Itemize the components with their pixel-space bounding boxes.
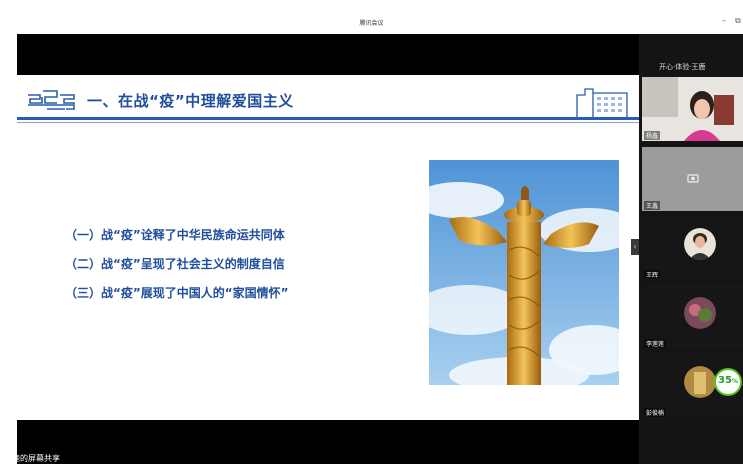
slide-bullet-3: （三）战“疫”展现了中国人的“家国情怀”: [65, 286, 289, 300]
huabiao-column-image: [429, 160, 619, 385]
participant-panel: ‹ 开心·体验·王鹿 杨鑫 王鑫 王辉 李莲莲 35% 彭俊楠: [631, 34, 743, 464]
shared-slide: 一、在战“疫”中理解爱国主义 （一）战“疫”诠释了中华民族命运共同体 （二）战“…: [17, 75, 639, 420]
participant-tile[interactable]: 35% 彭俊楠: [642, 354, 743, 418]
building-outline-icon: [28, 90, 75, 110]
network-quality-badge: 35%: [714, 368, 742, 396]
minimize-button[interactable]: –: [722, 16, 726, 25]
participant-tile[interactable]: 王辉: [642, 216, 743, 280]
participant-tile[interactable]: 李莲莲: [642, 285, 743, 349]
slide-bullet-list: （一）战“疫”诠释了中华民族命运共同体 （二）战“疫”呈现了社会主义的制度自信 …: [65, 225, 289, 312]
panel-header: 开心·体验·王鹿: [659, 63, 706, 71]
badge-value: 35: [718, 375, 732, 386]
badge-unit: %: [731, 378, 738, 385]
participant-name: 王辉: [644, 270, 661, 279]
slide-bullet-1: （一）战“疫”诠释了中华民族命运共同体: [65, 228, 285, 242]
header-divider: [17, 117, 639, 120]
window-title: 腾讯会议: [359, 20, 384, 27]
school-building-icon: [575, 88, 633, 120]
avatar: [684, 366, 716, 398]
restore-button[interactable]: ⧉: [735, 16, 741, 26]
participant-name: 李莲莲: [644, 339, 667, 348]
participant-tile[interactable]: 杨鑫: [642, 77, 743, 141]
participant-name: 彭俊楠: [644, 408, 667, 417]
participant-tile[interactable]: 王鑫: [642, 147, 743, 211]
slide-bullet-2: （二）战“疫”呈现了社会主义的制度自信: [65, 257, 285, 271]
avatar: [684, 228, 716, 260]
header-divider-thin: [17, 122, 639, 123]
collapse-panel-chevron-icon[interactable]: ‹: [631, 239, 639, 255]
screen-share-indicator[interactable]: 土鹿的屏幕共享: [0, 450, 200, 464]
screen-share-label: 土鹿的屏幕共享: [4, 454, 60, 463]
participant-name: 杨鑫: [644, 131, 661, 140]
participant-name: 王鑫: [644, 201, 661, 210]
window-titlebar: 腾讯会议 – ⧉: [0, 0, 743, 34]
avatar: [684, 297, 716, 329]
slide-title: 一、在战“疫”中理解爱国主义: [87, 92, 294, 110]
slide-header: 一、在战“疫”中理解爱国主义: [17, 75, 639, 125]
